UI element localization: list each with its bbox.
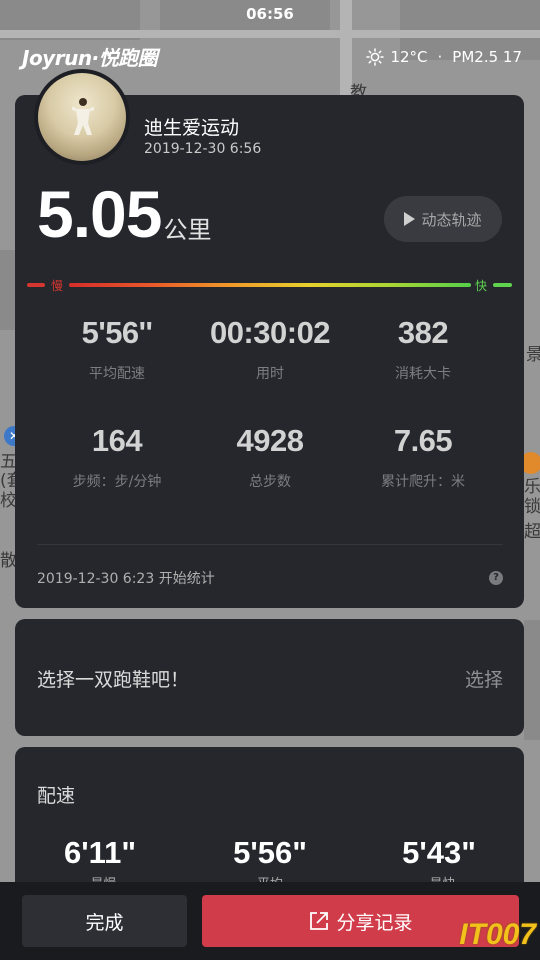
pace-gradient-bar: 慢 快 bbox=[25, 277, 514, 293]
shoe-prompt: 选择一双跑鞋吧！ bbox=[37, 669, 190, 691]
stat-label: 步频：步/分钟 bbox=[72, 474, 162, 490]
share-icon bbox=[310, 912, 329, 930]
sun-icon bbox=[366, 48, 385, 66]
app-logo: Joyrun·悦跑圈 bbox=[22, 46, 158, 70]
weather-separator: · bbox=[437, 48, 443, 66]
fast-label: 快 bbox=[475, 279, 488, 293]
dynamic-track-label: 动态轨迹 bbox=[421, 210, 482, 229]
map-label: 锁超 bbox=[524, 497, 540, 542]
watermark-logo: IT007 bbox=[459, 918, 536, 951]
divider bbox=[37, 544, 503, 545]
stat-label: 用时 bbox=[256, 366, 284, 382]
stat-avg-pace: 5'56'' 平均配速 bbox=[32, 315, 202, 383]
stat-value: 5'56'' bbox=[81, 315, 153, 350]
distance-value: 5.05 bbox=[37, 177, 162, 251]
fast-marker bbox=[493, 283, 512, 287]
fastest-pace-value: 5'43" bbox=[402, 835, 476, 870]
slowest-pace-value: 6'11" bbox=[63, 835, 137, 870]
distance-display: 5.05 公里 bbox=[37, 181, 211, 247]
shoe-select-card[interactable]: 选择一双跑鞋吧！ 选择 bbox=[15, 619, 524, 736]
stat-calories: 382 消耗大卡 bbox=[338, 315, 508, 383]
stat-label: 平均配速 bbox=[89, 366, 145, 382]
help-icon[interactable]: ? bbox=[489, 571, 503, 585]
select-shoe-button[interactable]: 选择 bbox=[465, 665, 503, 692]
pace-title: 配速 bbox=[37, 785, 76, 807]
slow-label: 慢 bbox=[51, 279, 64, 293]
stat-value: 4928 bbox=[236, 423, 304, 458]
slow-marker bbox=[27, 283, 45, 287]
temperature: 12°C bbox=[390, 48, 428, 66]
pace-gradient bbox=[69, 283, 471, 287]
stat-cadence: 164 步频：步/分钟 bbox=[32, 423, 202, 491]
map-label: 景 bbox=[526, 345, 540, 365]
stat-duration: 00:30:02 用时 bbox=[185, 315, 355, 383]
share-record-label: 分享记录 bbox=[336, 911, 413, 934]
dynamic-track-button[interactable]: 动态轨迹 bbox=[384, 196, 502, 242]
run-timestamp: 2019-12-30 6:56 bbox=[144, 141, 262, 157]
weather-info: 12°C · PM2.5 17 bbox=[366, 48, 522, 66]
stat-label: 累计爬升：米 bbox=[381, 474, 465, 490]
stat-elevation-gain: 7.65 累计爬升：米 bbox=[338, 423, 508, 491]
stat-value: 382 bbox=[397, 315, 449, 350]
play-icon bbox=[404, 212, 416, 226]
start-time-note: 2019-12-30 6:23 开始统计 bbox=[37, 571, 215, 587]
average-pace-value: 5'56" bbox=[233, 835, 307, 870]
avatar-photo bbox=[38, 73, 126, 161]
avatar[interactable] bbox=[34, 69, 130, 165]
stat-total-steps: 4928 总步数 bbox=[185, 423, 355, 491]
stat-value: 164 bbox=[91, 423, 143, 458]
distance-unit: 公里 bbox=[163, 216, 212, 244]
run-summary-card: 迪生爱运动 2019-12-30 6:56 5.05 公里 动态轨迹 慢 快 5… bbox=[15, 95, 524, 608]
stat-value: 00:30:02 bbox=[209, 315, 331, 350]
done-button[interactable]: 完成 bbox=[22, 895, 187, 947]
person-icon bbox=[72, 98, 94, 135]
stat-label: 总步数 bbox=[249, 474, 291, 490]
air-quality: PM2.5 17 bbox=[452, 48, 522, 66]
stat-label: 消耗大卡 bbox=[395, 366, 451, 382]
stat-value: 7.65 bbox=[393, 423, 453, 458]
user-name[interactable]: 迪生爱运动 bbox=[144, 113, 239, 140]
status-bar-time: 06:56 bbox=[246, 5, 294, 23]
